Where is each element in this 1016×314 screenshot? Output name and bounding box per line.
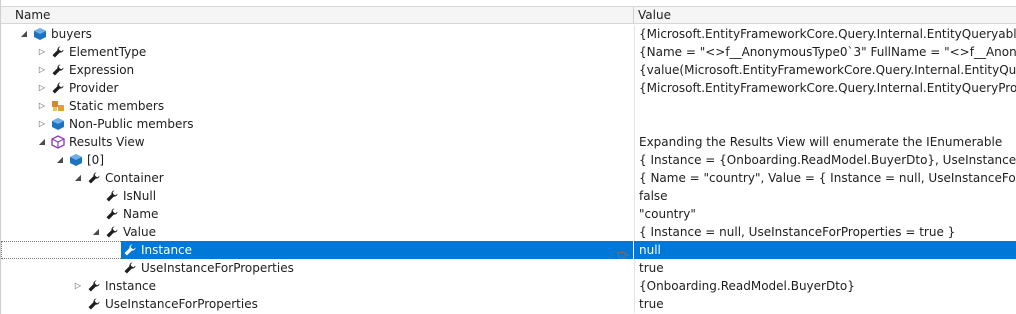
value-cell[interactable] <box>634 97 1016 115</box>
name-column-header[interactable]: Name <box>15 7 50 23</box>
wrench-icon <box>87 171 101 185</box>
wrench-icon <box>51 81 65 95</box>
pin-icon[interactable] <box>618 246 630 258</box>
name-cell[interactable]: ◢ Container <box>1 169 633 187</box>
variable-name: buyers <box>51 27 92 41</box>
watch-row[interactable]: ◢ Container { Name = "country", Value = { … <box>1 169 1016 187</box>
watch-row[interactable]: IsNull false <box>1 187 1016 205</box>
name-cell[interactable]: ▷ Provider <box>1 79 633 97</box>
name-cell[interactable]: ▷ ElementType <box>1 43 633 61</box>
value-cell[interactable]: "country" <box>634 205 1016 223</box>
object-icon <box>33 27 47 41</box>
static-members-icon <box>51 99 65 113</box>
watch-row[interactable]: ▷ Provider {Microsoft.EntityFrameworkCore.… <box>1 79 1016 97</box>
watch-rows: ◢ buyers {Microsoft.EntityFrameworkCore.Qu… <box>1 25 1016 313</box>
variable-name: UseInstanceForProperties <box>141 261 294 275</box>
value-cell[interactable]: false <box>634 187 1016 205</box>
expand-arrow-icon[interactable]: ▷ <box>73 277 83 295</box>
variable-name: Value <box>123 225 156 239</box>
name-cell[interactable]: UseInstanceForProperties <box>1 295 633 313</box>
variable-name: Results View <box>69 135 145 149</box>
collapse-arrow-icon[interactable]: ◢ <box>37 133 47 151</box>
name-cell[interactable]: ◢ Results View <box>1 133 633 151</box>
wrench-icon <box>87 279 101 293</box>
watch-row[interactable]: ▷ Non-Public members <box>1 115 1016 133</box>
name-cell[interactable]: ▷ Non-Public members <box>1 115 633 133</box>
value-cell[interactable]: null <box>634 241 1016 259</box>
column-header: Name Value <box>1 6 1016 24</box>
wrench-icon <box>105 207 119 221</box>
value-cell[interactable]: {Microsoft.EntityFrameworkCore.Query.Int… <box>634 25 1016 43</box>
variable-name: Non-Public members <box>69 117 194 131</box>
variable-name: Name <box>123 207 159 221</box>
selection-highlight <box>121 241 633 259</box>
variable-name: [0] <box>87 153 104 167</box>
value-cell[interactable]: {Microsoft.EntityFrameworkCore.Query.Int… <box>634 79 1016 97</box>
variable-name: IsNull <box>123 189 157 203</box>
value-cell[interactable]: {Onboarding.ReadModel.BuyerDto} <box>634 277 1016 295</box>
value-cell[interactable]: true <box>634 259 1016 277</box>
expand-arrow-icon[interactable]: ▷ <box>37 115 47 133</box>
watch-row[interactable]: ▷ Expression {value(Microsoft.EntityFramew… <box>1 61 1016 79</box>
variable-name: Provider <box>69 81 119 95</box>
watch-row[interactable]: Name "country" <box>1 205 1016 223</box>
value-cell[interactable]: {value(Microsoft.EntityFrameworkCore.Que… <box>634 61 1016 79</box>
watch-row[interactable]: ◢ [0] { Instance = {Onboarding.ReadModel.B… <box>1 151 1016 169</box>
value-cell[interactable]: { Instance = {Onboarding.ReadModel.Buyer… <box>634 151 1016 169</box>
expand-arrow-icon[interactable]: ▷ <box>37 43 47 61</box>
column-splitter[interactable] <box>633 7 634 23</box>
collapse-arrow-icon[interactable]: ◢ <box>19 25 29 43</box>
watch-row[interactable]: Instance null <box>1 241 1016 259</box>
variable-name: Static members <box>69 99 165 113</box>
name-cell[interactable]: ◢ buyers <box>1 25 633 43</box>
wrench-icon <box>123 261 137 275</box>
collapse-arrow-icon[interactable]: ◢ <box>55 151 65 169</box>
wrench-icon <box>105 225 119 239</box>
expand-arrow-icon[interactable]: ▷ <box>37 97 47 115</box>
variable-name: ElementType <box>69 45 147 59</box>
value-column-header[interactable]: Value <box>638 7 671 23</box>
name-cell[interactable]: Instance <box>1 241 633 259</box>
watch-row[interactable]: ▷ ElementType {Name = "<>f__AnonymousType0… <box>1 43 1016 61</box>
watch-row[interactable]: ▷ Static members <box>1 97 1016 115</box>
watch-row[interactable]: ◢ Results View Expanding the Results View … <box>1 133 1016 151</box>
collapse-arrow-icon[interactable]: ◢ <box>91 223 101 241</box>
expand-arrow-icon[interactable]: ▷ <box>37 79 47 97</box>
expand-arrow-icon[interactable]: ▷ <box>37 61 47 79</box>
name-cell[interactable]: IsNull <box>1 187 633 205</box>
name-cell[interactable]: ▷ Static members <box>1 97 633 115</box>
results-view-icon <box>51 135 65 149</box>
collapse-arrow-icon[interactable]: ◢ <box>73 169 83 187</box>
watch-row[interactable]: ◢ Value { Instance = null, UseInstanceForP… <box>1 223 1016 241</box>
watch-row[interactable]: ▷ Instance {Onboarding.ReadModel.BuyerDto} <box>1 277 1016 295</box>
name-cell[interactable]: UseInstanceForProperties <box>1 259 633 277</box>
name-cell[interactable]: ◢ Value <box>1 223 633 241</box>
variable-name: Expression <box>69 63 135 77</box>
name-cell[interactable]: ▷ Expression <box>1 61 633 79</box>
variable-name: UseInstanceForProperties <box>105 297 258 311</box>
wrench-icon <box>51 63 65 77</box>
wrench-icon <box>51 45 65 59</box>
name-cell[interactable]: Name <box>1 205 633 223</box>
value-cell[interactable]: true <box>634 295 1016 313</box>
object-icon <box>69 153 83 167</box>
watch-row[interactable]: UseInstanceForProperties true <box>1 259 1016 277</box>
value-cell[interactable] <box>634 115 1016 133</box>
watch-row[interactable]: ◢ buyers {Microsoft.EntityFrameworkCore.Qu… <box>1 25 1016 43</box>
watch-row[interactable]: UseInstanceForProperties true <box>1 295 1016 313</box>
value-cell[interactable]: {Name = "<>f__AnonymousType0`3" FullName… <box>634 43 1016 61</box>
wrench-icon <box>87 297 101 311</box>
value-cell[interactable]: { Instance = null, UseInstanceForPropert… <box>634 223 1016 241</box>
object-icon <box>51 117 65 131</box>
value-cell[interactable]: { Name = "country", Value = { Instance =… <box>634 169 1016 187</box>
value-cell[interactable]: Expanding the Results View will enumerat… <box>634 133 1016 151</box>
name-cell[interactable]: ◢ [0] <box>1 151 633 169</box>
variable-name: Instance <box>141 243 193 257</box>
watch-window: Name Value ◢ buyers {Microsoft.EntityFrame… <box>0 0 1016 314</box>
variable-name: Container <box>105 171 164 185</box>
wrench-icon <box>105 189 119 203</box>
variable-name: Instance <box>105 279 157 293</box>
wrench-icon <box>123 243 137 257</box>
name-cell[interactable]: ▷ Instance <box>1 277 633 295</box>
